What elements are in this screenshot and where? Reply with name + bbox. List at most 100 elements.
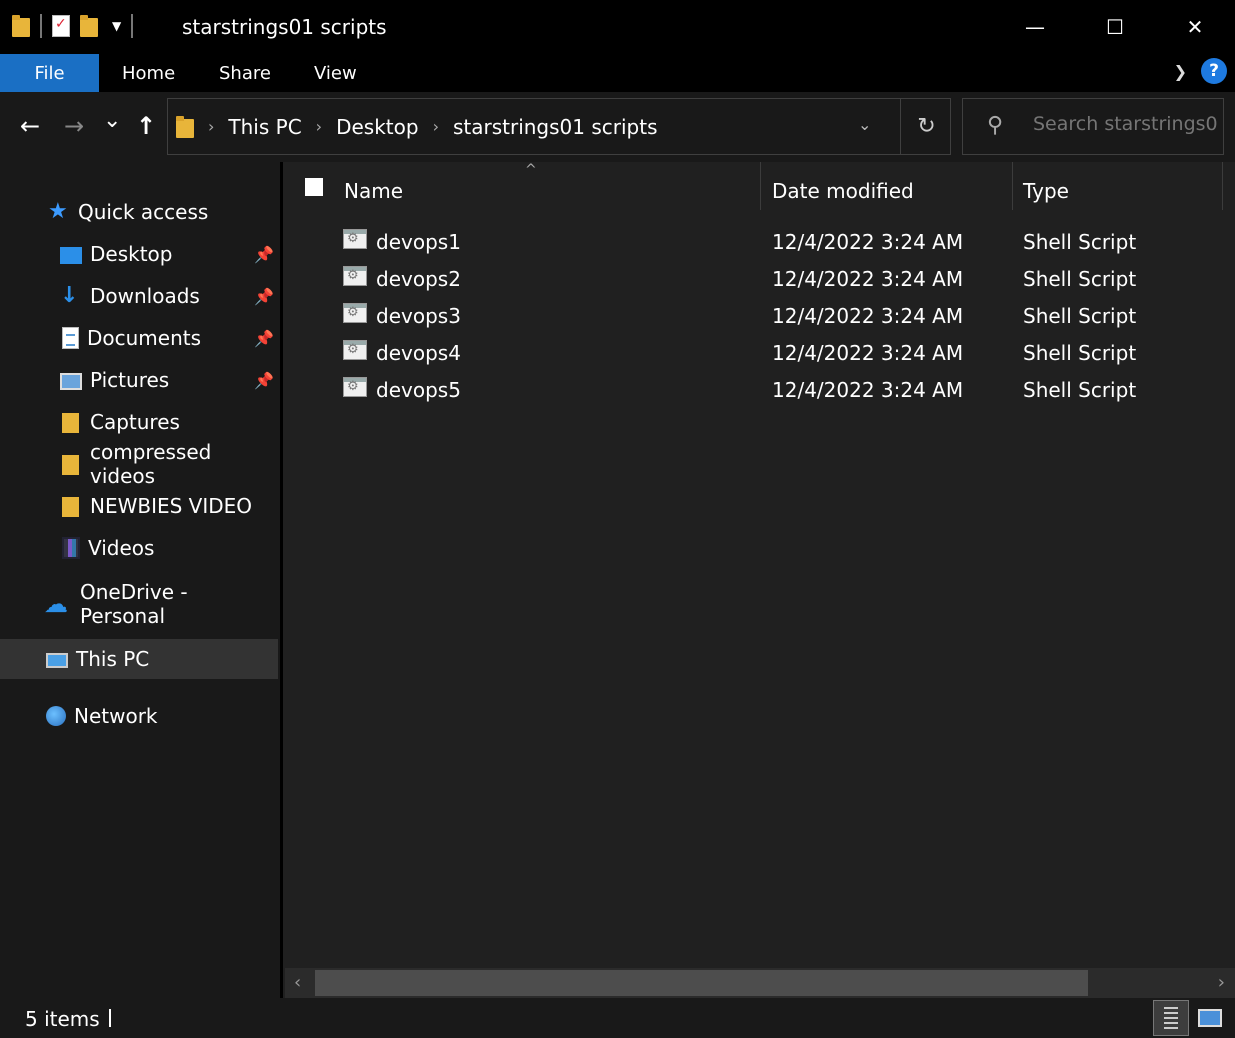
window-title: starstrings01 scripts <box>182 15 387 39</box>
scrollbar-thumb[interactable] <box>315 970 1088 996</box>
folder-icon <box>60 411 82 433</box>
column-header-type[interactable]: Type <box>1023 170 1223 212</box>
file-type: Shell Script <box>1023 230 1137 254</box>
documents-icon <box>62 327 79 349</box>
sidebar-item-desktop[interactable]: Desktop 📌 <box>0 234 278 274</box>
sidebar-item-label: compressed videos <box>90 440 212 488</box>
expand-ribbon-chevron-icon[interactable]: ❯ <box>1174 62 1187 81</box>
forward-button[interactable]: → <box>64 112 84 140</box>
network-icon <box>46 706 66 726</box>
shell-script-file-icon <box>343 229 367 249</box>
shell-script-file-icon <box>343 303 367 323</box>
table-row[interactable]: devops3 12/4/2022 3:24 AM Shell Script <box>283 298 1235 335</box>
horizontal-scrollbar[interactable]: ‹ › <box>285 968 1235 998</box>
file-name: devops4 <box>376 341 461 365</box>
column-header-date-modified[interactable]: Date modified <box>772 170 1012 212</box>
details-view-button[interactable] <box>1153 1000 1189 1036</box>
chevron-right-icon[interactable]: › <box>433 117 439 136</box>
tab-file[interactable]: File <box>0 54 99 92</box>
file-list-pane: ^ Name Date modified Type devops1 12/4/2… <box>283 162 1235 998</box>
pin-icon[interactable]: 📌 <box>254 329 274 348</box>
table-row[interactable]: devops2 12/4/2022 3:24 AM Shell Script <box>283 261 1235 298</box>
sidebar-item-label: Quick access <box>78 200 209 224</box>
table-row[interactable]: devops4 12/4/2022 3:24 AM Shell Script <box>283 335 1235 372</box>
sidebar-item-label: Network <box>74 704 158 728</box>
up-button[interactable]: ↑ <box>136 112 156 140</box>
address-dropdown-chevron-icon[interactable]: ⌄ <box>858 115 871 134</box>
column-divider[interactable] <box>1012 162 1013 210</box>
column-divider[interactable] <box>1222 162 1223 210</box>
sidebar-item-label: Desktop <box>90 242 173 266</box>
recent-locations-button[interactable]: ⌄ <box>103 108 121 133</box>
pin-icon[interactable]: 📌 <box>254 371 274 390</box>
sidebar-item-quick-access[interactable]: ★ Quick access <box>0 192 278 232</box>
address-bar[interactable]: › This PC › Desktop › starstrings01 scri… <box>167 98 951 155</box>
sidebar-item-label: Pictures <box>90 368 170 392</box>
navigation-bar: ← → ⌄ ↑ › This PC › Desktop › starstring… <box>0 92 1235 162</box>
videos-icon <box>62 537 80 559</box>
file-date-modified: 12/4/2022 3:24 AM <box>772 230 964 254</box>
sidebar-item-captures[interactable]: Captures <box>0 402 278 442</box>
sidebar-item-label: Captures <box>90 410 180 434</box>
sidebar-item-compressed-videos[interactable]: compressed videos <box>0 440 278 488</box>
column-divider[interactable] <box>760 162 761 210</box>
tab-share[interactable]: Share <box>219 54 271 92</box>
chevron-right-icon[interactable]: › <box>316 117 322 136</box>
column-header-name[interactable]: Name <box>344 170 760 212</box>
pin-icon[interactable]: 📌 <box>254 287 274 306</box>
tab-home[interactable]: Home <box>122 54 175 92</box>
sidebar-item-network[interactable]: Network <box>0 696 278 736</box>
large-icons-view-button[interactable] <box>1192 1000 1228 1036</box>
sidebar-item-this-pc[interactable]: This PC <box>0 639 278 679</box>
ribbon-tabs: File Home Share View ❯ ? <box>0 54 1235 92</box>
sidebar-item-newbies-video[interactable]: NEWBIES VIDEO <box>0 486 278 526</box>
file-date-modified: 12/4/2022 3:24 AM <box>772 304 964 328</box>
table-row[interactable]: devops5 12/4/2022 3:24 AM Shell Script <box>283 372 1235 409</box>
minimize-button[interactable]: — <box>995 0 1075 54</box>
scroll-right-icon[interactable]: › <box>1218 972 1225 993</box>
folder-icon <box>60 495 82 517</box>
breadcrumb-desktop[interactable]: Desktop <box>336 115 418 139</box>
file-type: Shell Script <box>1023 341 1137 365</box>
pin-icon[interactable]: 📌 <box>254 245 274 264</box>
properties-icon[interactable] <box>52 15 70 37</box>
shell-script-file-icon <box>343 377 367 397</box>
tab-view[interactable]: View <box>314 54 357 92</box>
sidebar-item-label: Documents <box>87 326 202 350</box>
back-button[interactable]: ← <box>20 112 40 140</box>
new-folder-icon[interactable] <box>80 15 98 37</box>
breadcrumb-this-pc[interactable]: This PC <box>228 115 301 139</box>
file-name: devops2 <box>376 267 461 291</box>
search-input[interactable] <box>1033 113 1219 135</box>
search-box[interactable]: ⚲ <box>962 98 1224 155</box>
file-date-modified: 12/4/2022 3:24 AM <box>772 378 964 402</box>
help-icon[interactable]: ? <box>1201 58 1227 84</box>
sidebar-item-label: Videos <box>88 536 155 560</box>
cloud-icon: ☁ <box>44 590 68 618</box>
sidebar-item-onedrive[interactable]: ☁ OneDrive - Personal <box>0 580 278 628</box>
customize-toolbar-chevron-icon[interactable]: ▼ <box>112 19 121 33</box>
file-date-modified: 12/4/2022 3:24 AM <box>772 267 964 291</box>
shell-script-file-icon <box>343 266 367 286</box>
maximize-button[interactable]: ☐ <box>1075 0 1155 54</box>
status-divider <box>109 1009 111 1027</box>
computer-icon <box>46 652 68 668</box>
scroll-left-icon[interactable]: ‹ <box>294 972 301 993</box>
toolbar-separator <box>131 14 134 38</box>
details-view-icon <box>1164 1007 1178 1029</box>
item-count: 5 items <box>25 1007 100 1031</box>
close-button[interactable]: ✕ <box>1155 0 1235 54</box>
star-icon: ★ <box>48 199 68 224</box>
sidebar-item-pictures[interactable]: Pictures 📌 <box>0 360 278 400</box>
sidebar-item-videos[interactable]: Videos <box>0 528 278 568</box>
select-all-checkbox[interactable] <box>305 178 323 196</box>
chevron-right-icon[interactable]: › <box>208 117 214 136</box>
sidebar-item-documents[interactable]: Documents 📌 <box>0 318 278 358</box>
breadcrumb-current-folder[interactable]: starstrings01 scripts <box>453 115 658 139</box>
navigation-pane: ★ Quick access Desktop 📌 ↓ Downloads 📌 D… <box>0 162 280 998</box>
desktop-icon <box>60 246 82 264</box>
sidebar-item-label: This PC <box>76 647 150 671</box>
table-row[interactable]: devops1 12/4/2022 3:24 AM Shell Script <box>283 224 1235 261</box>
sidebar-item-downloads[interactable]: ↓ Downloads 📌 <box>0 276 278 316</box>
refresh-button[interactable]: ↻ <box>900 99 952 154</box>
